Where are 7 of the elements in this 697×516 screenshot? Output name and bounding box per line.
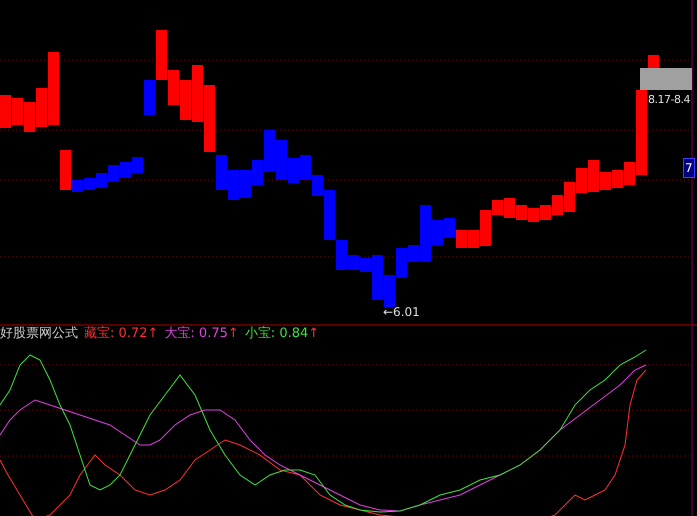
indicator-value: 小宝: 0.84↑ (244, 326, 320, 342)
indicator-value: 大宝: 0.75↑ (164, 326, 239, 342)
indicator-value: 藏宝: 0.72↑ (84, 326, 158, 342)
range-label: 8.17-8.4 (648, 92, 690, 108)
indicator-title: 好股票网公式 (0, 326, 78, 342)
low-price-label: ←6.01 (383, 304, 420, 321)
axis-badge: 7 (683, 158, 695, 178)
